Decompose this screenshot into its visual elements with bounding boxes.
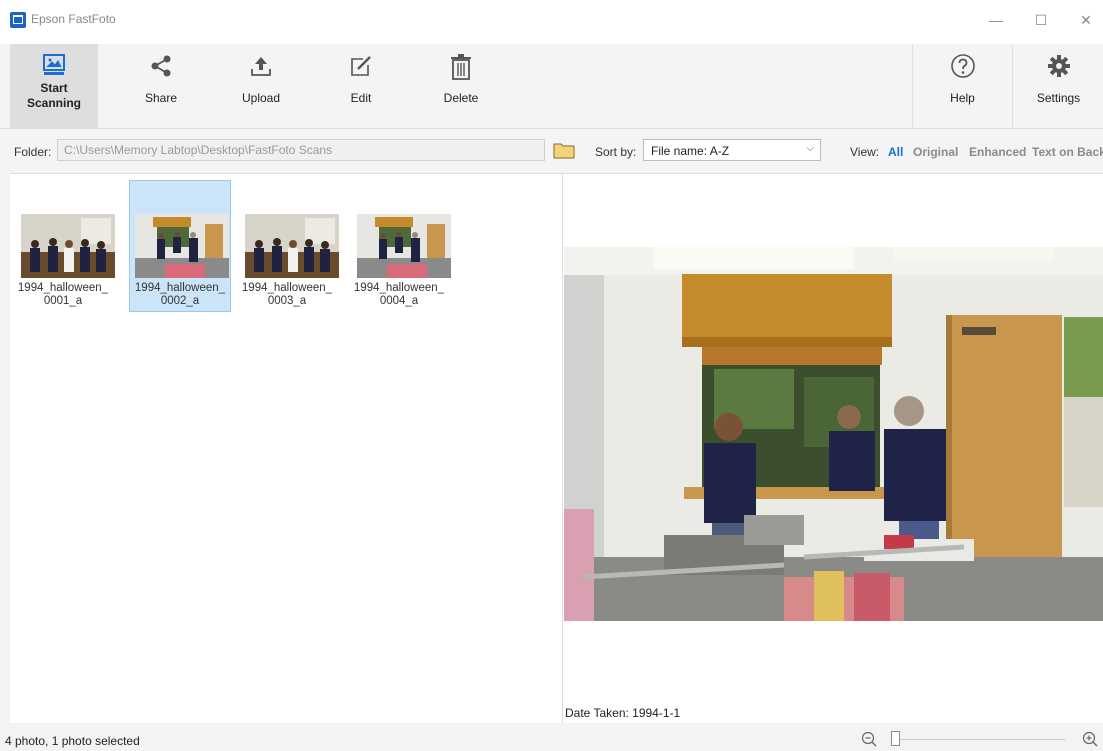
chevron-down-icon: ⌵ xyxy=(806,143,814,154)
filename-line-1: 1994_halloween_ xyxy=(353,282,445,294)
delete-button[interactable]: Delete xyxy=(418,44,504,128)
view-option-text-on-back[interactable]: Text on Back xyxy=(1032,145,1103,159)
folder-path-input[interactable] xyxy=(57,139,545,161)
filename-line-2: 0003_a xyxy=(267,295,307,307)
delete-label: Delete xyxy=(443,91,479,105)
settings-label: Settings xyxy=(1036,91,1081,105)
share-button[interactable]: Share xyxy=(118,44,204,128)
zoom-in-icon[interactable] xyxy=(1082,731,1098,747)
share-icon xyxy=(151,55,171,77)
view-label: View: xyxy=(850,145,880,159)
photo-thumbnail xyxy=(245,214,339,278)
thumbnail-item[interactable]: 1994_halloween_ 0001_a xyxy=(12,180,115,312)
maximize-button[interactable]: ☐ xyxy=(1021,6,1061,34)
status-bar: 4 photo, 1 photo selected xyxy=(0,723,1103,751)
view-option-original[interactable]: Original xyxy=(913,145,958,159)
filename-line-1: 1994_halloween_ xyxy=(241,282,333,294)
date-taken: Date Taken: 1994-1-1 xyxy=(565,706,681,720)
filename-line-2: 0004_a xyxy=(379,295,419,307)
folder-bar: Folder: Sort by: File name: A-Z ⌵ View: … xyxy=(0,129,1103,174)
close-button[interactable]: ✕ xyxy=(1066,6,1103,34)
sort-value: File name: A-Z xyxy=(651,144,730,158)
window-title: Epson FastFoto xyxy=(31,12,116,26)
delete-icon xyxy=(451,54,471,80)
edit-icon xyxy=(351,56,371,76)
view-option-enhanced[interactable]: Enhanced xyxy=(969,145,1026,159)
upload-button[interactable]: Upload xyxy=(218,44,304,128)
edit-label: Edit xyxy=(350,91,372,105)
help-label: Help xyxy=(950,91,975,105)
help-icon xyxy=(950,54,975,78)
upload-icon xyxy=(251,57,271,76)
minimize-button[interactable]: — xyxy=(976,6,1016,34)
window-edge xyxy=(0,173,10,723)
thumbnail-pane: 1994_halloween_ 0001_a 1994_halloween_ 000… xyxy=(10,174,563,723)
zoom-slider-handle[interactable] xyxy=(891,731,900,746)
folder-label: Folder: xyxy=(14,145,52,159)
selection-status: 4 photo, 1 photo selected xyxy=(5,734,140,748)
photo-thumbnail xyxy=(21,214,115,278)
share-label: Share xyxy=(144,91,178,105)
photo-thumbnail xyxy=(357,214,451,278)
edit-button[interactable]: Edit xyxy=(318,44,404,128)
help-button[interactable]: Help xyxy=(912,44,1012,128)
thumbnail-item[interactable]: 1994_halloween_ 0004_a xyxy=(348,180,451,312)
sort-label: Sort by: xyxy=(595,145,637,159)
sort-dropdown[interactable]: File name: A-Z ⌵ xyxy=(643,139,821,161)
app-logo-icon xyxy=(10,12,26,28)
thumbnail-filename: 1994_halloween_ 0002_a xyxy=(129,282,231,308)
filename-line-1: 1994_halloween_ xyxy=(134,282,226,294)
thumbnail-filename: 1994_halloween_ 0004_a xyxy=(348,282,450,308)
thumbnail-item-selected[interactable]: 1994_halloween_ 0002_a xyxy=(129,180,231,312)
photo-preview[interactable] xyxy=(564,247,1103,621)
preview-pane: Date Taken: 1994-1-1 xyxy=(563,174,1103,723)
start-scanning-label: Start Scanning xyxy=(26,81,81,110)
zoom-slider-track[interactable] xyxy=(893,739,1065,740)
photo-thumbnail xyxy=(135,214,229,278)
zoom-out-icon[interactable] xyxy=(861,731,877,747)
upload-label: Upload xyxy=(241,91,281,105)
thumbnail-filename: 1994_halloween_ 0001_a xyxy=(12,282,114,308)
folder-icon[interactable] xyxy=(553,141,575,159)
start-scanning-button[interactable]: Start Scanning xyxy=(10,44,98,128)
thumbnail-filename: 1994_halloween_ 0003_a xyxy=(236,282,338,308)
thumbnail-item[interactable]: 1994_halloween_ 0003_a xyxy=(236,180,339,312)
view-option-all[interactable]: All xyxy=(888,145,903,159)
toolbar: Start Scanning Share Upload Edit Delete … xyxy=(0,44,1103,129)
filename-line-2: 0002_a xyxy=(160,295,200,307)
filename-line-1: 1994_halloween_ xyxy=(17,282,109,294)
settings-icon xyxy=(1047,55,1070,77)
filename-line-2: 0001_a xyxy=(43,295,83,307)
title-bar: Epson FastFoto — ☐ ✕ xyxy=(0,0,1103,44)
settings-button[interactable]: Settings xyxy=(1012,44,1103,128)
scanner-icon xyxy=(43,54,65,75)
